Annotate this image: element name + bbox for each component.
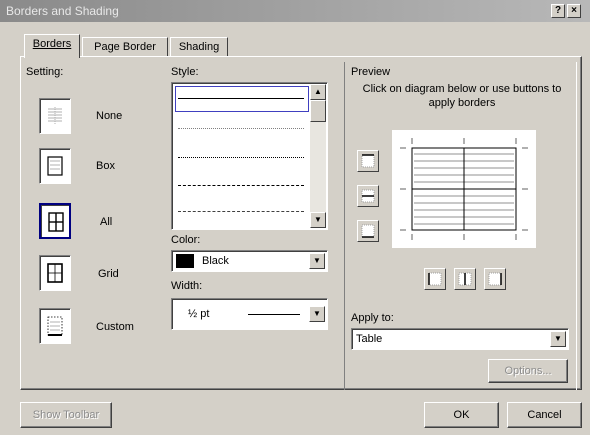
setting-box-label: Box	[96, 160, 115, 172]
inside-vertical-border-button[interactable]	[454, 268, 476, 290]
tab-borders[interactable]: Borders	[24, 34, 80, 58]
style-selected-highlight	[175, 86, 309, 112]
preview-table-graphic	[400, 138, 528, 240]
bottom-border-button[interactable]	[357, 220, 379, 242]
width-dropdown[interactable]: ½ pt ▼	[171, 298, 328, 330]
top-border-button[interactable]	[357, 150, 379, 172]
color-dropdown-arrow-icon[interactable]: ▼	[309, 253, 325, 269]
show-toolbar-button[interactable]: Show Toolbar	[20, 402, 112, 428]
color-dropdown[interactable]: Black ▼	[171, 250, 328, 272]
setting-custom-label: Custom	[96, 321, 134, 333]
inside-horizontal-border-button[interactable]	[357, 185, 379, 207]
style-listbox[interactable]: ▲ ▼	[171, 82, 328, 230]
grid-preview-icon	[47, 263, 63, 283]
style-scrollbar[interactable]: ▲ ▼	[310, 84, 326, 228]
style-option-dotted[interactable]	[178, 128, 304, 129]
tab-page-border[interactable]: Page Border	[82, 37, 168, 57]
ok-button[interactable]: OK	[424, 402, 499, 428]
none-preview-icon	[48, 107, 62, 124]
custom-preview-icon	[47, 316, 63, 336]
left-border-button[interactable]	[424, 268, 446, 290]
setting-none-label: None	[96, 110, 123, 122]
width-dropdown-arrow-icon[interactable]: ▼	[309, 306, 325, 322]
setting-heading: Setting:	[26, 66, 64, 78]
right-border-button[interactable]	[484, 268, 506, 290]
color-swatch	[176, 254, 194, 268]
setting-box-button[interactable]	[39, 148, 71, 184]
width-heading: Width:	[171, 280, 203, 292]
width-value: ½ pt	[188, 308, 210, 320]
apply-to-value: Table	[356, 333, 383, 345]
left-border-icon	[428, 272, 442, 286]
title-bar: Borders and Shading	[0, 0, 590, 22]
setting-grid-label: Grid	[98, 268, 119, 280]
options-button[interactable]: Options...	[488, 359, 568, 383]
scroll-down-icon[interactable]: ▼	[310, 212, 326, 228]
apply-to-heading: Apply to:	[351, 312, 394, 324]
apply-to-dropdown[interactable]: Table ▼	[351, 328, 569, 350]
cancel-button[interactable]: Cancel	[507, 402, 582, 428]
color-value: Black	[202, 255, 229, 267]
setting-all-label: All	[100, 216, 113, 228]
all-preview-icon	[48, 212, 64, 232]
window-title: Borders and Shading	[6, 4, 119, 18]
setting-grid-button[interactable]	[39, 255, 71, 291]
scroll-up-icon[interactable]: ▲	[310, 84, 326, 100]
tab-borders-label: Borders	[32, 38, 72, 50]
inside-vertical-border-icon	[458, 272, 472, 286]
style-option-dashed[interactable]	[178, 185, 304, 186]
close-icon: ×	[571, 5, 577, 16]
width-line-sample	[248, 314, 300, 315]
top-border-icon	[361, 154, 375, 168]
inside-horizontal-border-icon	[361, 189, 375, 203]
help-button[interactable]: ?	[551, 4, 565, 18]
style-heading: Style:	[171, 66, 199, 78]
setting-all-button[interactable]	[39, 203, 71, 239]
preview-instruction: Click on diagram below or use buttons to…	[362, 83, 562, 109]
close-button[interactable]: ×	[567, 4, 581, 18]
bottom-border-icon	[361, 224, 375, 238]
color-heading: Color:	[171, 234, 201, 246]
tab-page-border-label: Page Border	[94, 41, 156, 53]
setting-custom-button[interactable]	[39, 308, 71, 344]
setting-none-button[interactable]	[39, 98, 71, 134]
apply-to-dropdown-arrow-icon[interactable]: ▼	[550, 331, 566, 347]
preview-heading: Preview	[351, 66, 391, 78]
help-icon: ?	[554, 5, 562, 16]
style-option-dense-dotted[interactable]	[178, 157, 304, 158]
style-option-solid[interactable]	[178, 98, 304, 99]
tab-shading-label: Shading	[178, 41, 220, 53]
scroll-thumb[interactable]	[310, 100, 326, 122]
box-preview-icon	[47, 156, 63, 176]
tab-shading[interactable]: Shading	[170, 37, 228, 57]
style-option-long-dashed[interactable]	[178, 211, 304, 212]
right-border-icon	[488, 272, 502, 286]
preview-diagram[interactable]	[392, 130, 536, 248]
